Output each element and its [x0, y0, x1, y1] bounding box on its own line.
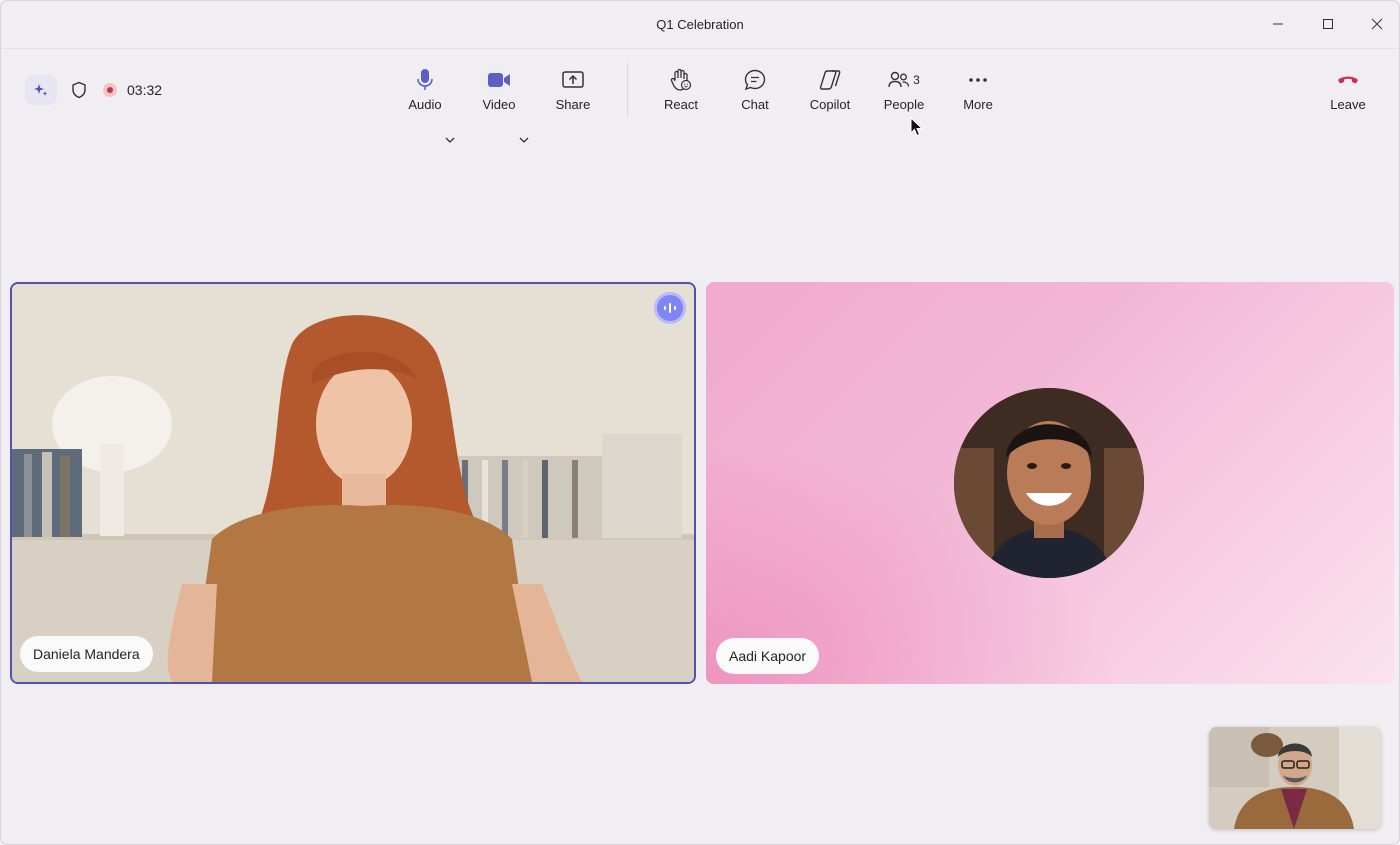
- shield-icon[interactable]: [71, 81, 87, 99]
- audio-wave-icon: [664, 303, 676, 313]
- people-label: People: [883, 97, 925, 112]
- sparkle-icon: [34, 84, 48, 96]
- share-screen-icon: [562, 71, 584, 88]
- close-icon: [1371, 18, 1383, 30]
- mouse-cursor-icon: [910, 117, 924, 137]
- title-bar: Q1 Celebration: [1, 1, 1399, 49]
- audio-label: Audio: [408, 97, 442, 112]
- participant-video-tile[interactable]: Daniela Mandera: [10, 282, 696, 684]
- share-button[interactable]: Share: [541, 67, 605, 115]
- people-button[interactable]: 3 People: [872, 67, 936, 115]
- recording-icon: [103, 83, 117, 97]
- audio-options-button[interactable]: [445, 131, 455, 149]
- more-label: More: [963, 97, 993, 112]
- chat-button[interactable]: Chat: [723, 67, 787, 115]
- chat-icon: [744, 69, 766, 91]
- window-title: Q1 Celebration: [656, 17, 744, 32]
- people-count: 3: [913, 73, 920, 87]
- toolbar-divider: [627, 63, 628, 117]
- share-label: Share: [555, 97, 591, 112]
- leave-button[interactable]: Leave: [1316, 67, 1380, 115]
- chevron-down-icon: [445, 137, 455, 143]
- copilot-label: Copilot: [809, 97, 851, 112]
- leave-label: Leave: [1330, 97, 1366, 112]
- react-label: React: [664, 97, 698, 112]
- maximize-icon: [1323, 19, 1333, 29]
- camera-icon: [488, 73, 510, 87]
- copilot-sparkle-button[interactable]: [25, 75, 57, 105]
- minimize-icon: [1273, 23, 1283, 25]
- speaking-indicator: [654, 292, 686, 324]
- participant-video-feed: [12, 284, 694, 682]
- minimize-button[interactable]: [1265, 11, 1291, 37]
- meeting-toolbar: 03:32 Audio Video Share React Chat Copil…: [1, 49, 1399, 143]
- video-button[interactable]: Video: [467, 67, 531, 115]
- avatar: [954, 388, 1144, 578]
- people-icon: [888, 71, 910, 88]
- meeting-status: 03:32: [25, 75, 162, 105]
- copilot-button[interactable]: Copilot: [798, 67, 862, 115]
- maximize-button[interactable]: [1315, 11, 1341, 37]
- chat-label: Chat: [741, 97, 769, 112]
- participant-name-label: Aadi Kapoor: [716, 638, 820, 674]
- self-view-video[interactable]: [1209, 727, 1381, 829]
- chevron-down-icon: [519, 137, 529, 143]
- microphone-icon: [417, 69, 433, 90]
- avatar-photo: [954, 388, 1144, 578]
- close-button[interactable]: [1364, 11, 1390, 37]
- more-button[interactable]: More: [946, 67, 1010, 115]
- participant-name-label: Daniela Mandera: [20, 636, 153, 672]
- audio-button[interactable]: Audio: [393, 67, 457, 115]
- hang-up-icon: [1338, 76, 1358, 84]
- self-view-feed: [1209, 727, 1381, 829]
- meeting-timer: 03:32: [127, 82, 163, 98]
- react-button[interactable]: React: [649, 67, 713, 115]
- video-options-button[interactable]: [519, 131, 529, 149]
- video-label: Video: [482, 97, 516, 112]
- more-icon: [969, 78, 987, 82]
- meeting-window: Q1 Celebration 03:32 Audio Video Share R…: [0, 0, 1400, 845]
- participant-avatar-tile[interactable]: Aadi Kapoor: [706, 282, 1394, 684]
- raise-hand-icon: [670, 68, 692, 91]
- copilot-icon: [819, 70, 841, 90]
